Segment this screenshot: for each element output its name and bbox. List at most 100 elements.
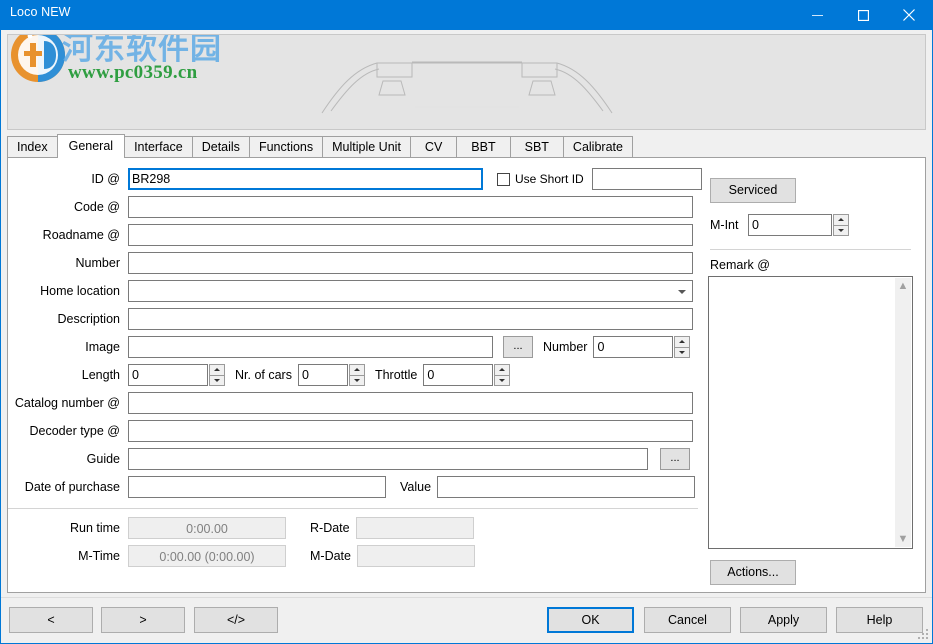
row-number: Number bbox=[8, 252, 708, 274]
spinner-down[interactable] bbox=[209, 374, 225, 386]
length-spinner[interactable] bbox=[209, 364, 225, 386]
locomotive-outline-image bbox=[321, 61, 612, 114]
row-description: Description bbox=[8, 308, 708, 330]
nr-of-cars-spinner[interactable] bbox=[348, 364, 365, 386]
roadname-input[interactable] bbox=[128, 224, 693, 246]
cancel-button[interactable]: Cancel bbox=[644, 607, 731, 633]
maximize-icon[interactable] bbox=[840, 0, 886, 30]
image-browse-button[interactable]: ... bbox=[503, 336, 533, 358]
decoder-type-input[interactable] bbox=[128, 420, 693, 442]
minimize-icon[interactable] bbox=[794, 0, 840, 30]
tab-calibrate[interactable]: Calibrate bbox=[562, 136, 633, 157]
window-title: Loco NEW bbox=[10, 5, 71, 19]
length-input[interactable] bbox=[128, 364, 208, 386]
number-input[interactable] bbox=[128, 252, 693, 274]
spinner-down[interactable] bbox=[674, 346, 691, 358]
close-icon[interactable] bbox=[886, 0, 932, 30]
run-time-value: 0:00.00 bbox=[128, 517, 286, 539]
r-date-label: R-Date bbox=[310, 521, 350, 535]
m-int-input[interactable] bbox=[748, 214, 832, 236]
number-label: Number bbox=[75, 256, 120, 270]
actions-button[interactable]: Actions... bbox=[710, 560, 796, 585]
apply-button[interactable]: Apply bbox=[740, 607, 827, 633]
window-controls bbox=[794, 0, 932, 30]
site-watermark: 河东软件园 www.pc0359.cn bbox=[10, 34, 230, 111]
use-short-id-label: Use Short ID bbox=[515, 172, 584, 186]
row-home-location: Home location bbox=[8, 280, 708, 302]
serviced-button[interactable]: Serviced bbox=[710, 178, 796, 203]
scroll-down-icon[interactable]: ▼ bbox=[898, 534, 909, 545]
m-date-value bbox=[356, 545, 475, 567]
guide-input[interactable] bbox=[128, 448, 648, 470]
m-date-label: M-Date bbox=[310, 549, 351, 563]
guide-browse-button[interactable]: ... bbox=[660, 448, 690, 470]
watermark-logo-icon bbox=[11, 35, 65, 82]
spinner-down[interactable] bbox=[833, 224, 849, 236]
tab-general[interactable]: General bbox=[56, 134, 126, 158]
m-time-value: 0:00.00 (0:00.00) bbox=[128, 545, 286, 567]
use-short-id-checkbox[interactable]: Use Short ID bbox=[497, 172, 584, 186]
catalog-number-input[interactable] bbox=[128, 392, 693, 414]
spinner-up[interactable] bbox=[209, 364, 225, 375]
description-input[interactable] bbox=[128, 308, 693, 330]
code-input[interactable] bbox=[128, 196, 693, 218]
row-length: Length Nr. of cars Throttle bbox=[8, 364, 708, 386]
short-id-input[interactable] bbox=[591, 168, 702, 190]
tab-multiple-unit[interactable]: Multiple Unit bbox=[322, 136, 411, 157]
tab-details[interactable]: Details bbox=[191, 136, 250, 157]
row-catalog-number: Catalog number @ bbox=[8, 392, 708, 414]
tab-strip: Index General Interface Details Function… bbox=[7, 134, 926, 158]
spinner-down[interactable] bbox=[348, 374, 365, 386]
spinner-up[interactable] bbox=[833, 214, 849, 225]
date-of-purchase-input[interactable] bbox=[128, 476, 386, 498]
spinner-up[interactable] bbox=[674, 336, 691, 347]
home-location-combobox[interactable] bbox=[128, 280, 693, 302]
tab-cv[interactable]: CV bbox=[409, 136, 458, 157]
tab-bbt[interactable]: BBT bbox=[456, 136, 511, 157]
spinner-up[interactable] bbox=[348, 364, 365, 375]
run-time-label: Run time bbox=[69, 521, 120, 535]
spinner-up[interactable] bbox=[494, 364, 511, 375]
nr-of-cars-input[interactable] bbox=[297, 364, 348, 386]
xml-button[interactable]: </> bbox=[194, 607, 278, 633]
roadname-label: Roadname @ bbox=[42, 228, 120, 242]
maintenance-panel: Serviced M-Int Remark @ ▲ ▼ Actions... bbox=[708, 168, 913, 585]
watermark-url: www.pc0359.cn bbox=[68, 62, 198, 83]
throttle-input[interactable] bbox=[423, 364, 494, 386]
remark-label: Remark @ bbox=[710, 258, 770, 272]
tab-interface[interactable]: Interface bbox=[124, 136, 193, 157]
decoder-type-label: Decoder type @ bbox=[29, 424, 120, 438]
tab-sbt[interactable]: SBT bbox=[509, 136, 564, 157]
watermark-text: 河东软件园 bbox=[62, 34, 222, 67]
scroll-up-icon[interactable]: ▲ bbox=[898, 281, 909, 292]
tab-index[interactable]: Index bbox=[7, 136, 58, 157]
value-input[interactable] bbox=[437, 476, 696, 498]
remark-textarea[interactable]: ▲ ▼ bbox=[708, 276, 913, 549]
next-button[interactable]: > bbox=[101, 607, 185, 633]
id-input[interactable] bbox=[128, 168, 483, 190]
previous-button[interactable]: < bbox=[9, 607, 93, 633]
row-run-time: Run time 0:00.00 R-Date bbox=[8, 517, 708, 539]
value-label: Value bbox=[400, 480, 432, 494]
row-guide: Guide ... bbox=[8, 448, 708, 470]
throttle-spinner[interactable] bbox=[494, 364, 511, 386]
ok-button[interactable]: OK bbox=[547, 607, 634, 633]
m-int-label: M-Int bbox=[710, 218, 739, 232]
resize-grip[interactable] bbox=[918, 629, 929, 640]
m-time-label: M-Time bbox=[78, 549, 120, 563]
row-image: Image ... Number bbox=[8, 336, 708, 358]
row-code: Code @ bbox=[8, 196, 708, 218]
remark-scrollbar[interactable]: ▲ ▼ bbox=[895, 278, 911, 547]
help-button[interactable]: Help bbox=[836, 607, 923, 633]
home-location-label: Home location bbox=[40, 284, 120, 298]
image-number-spinner[interactable] bbox=[674, 336, 691, 358]
m-int-spinner[interactable] bbox=[833, 214, 849, 236]
row-decoder-type: Decoder type @ bbox=[8, 420, 708, 442]
date-of-purchase-label: Date of purchase bbox=[24, 480, 120, 494]
row-roadname: Roadname @ bbox=[8, 224, 708, 246]
row-m-int: M-Int bbox=[710, 214, 913, 236]
tab-functions[interactable]: Functions bbox=[248, 136, 324, 157]
image-number-input[interactable] bbox=[593, 336, 674, 358]
image-input[interactable] bbox=[128, 336, 493, 358]
spinner-down[interactable] bbox=[494, 374, 511, 386]
